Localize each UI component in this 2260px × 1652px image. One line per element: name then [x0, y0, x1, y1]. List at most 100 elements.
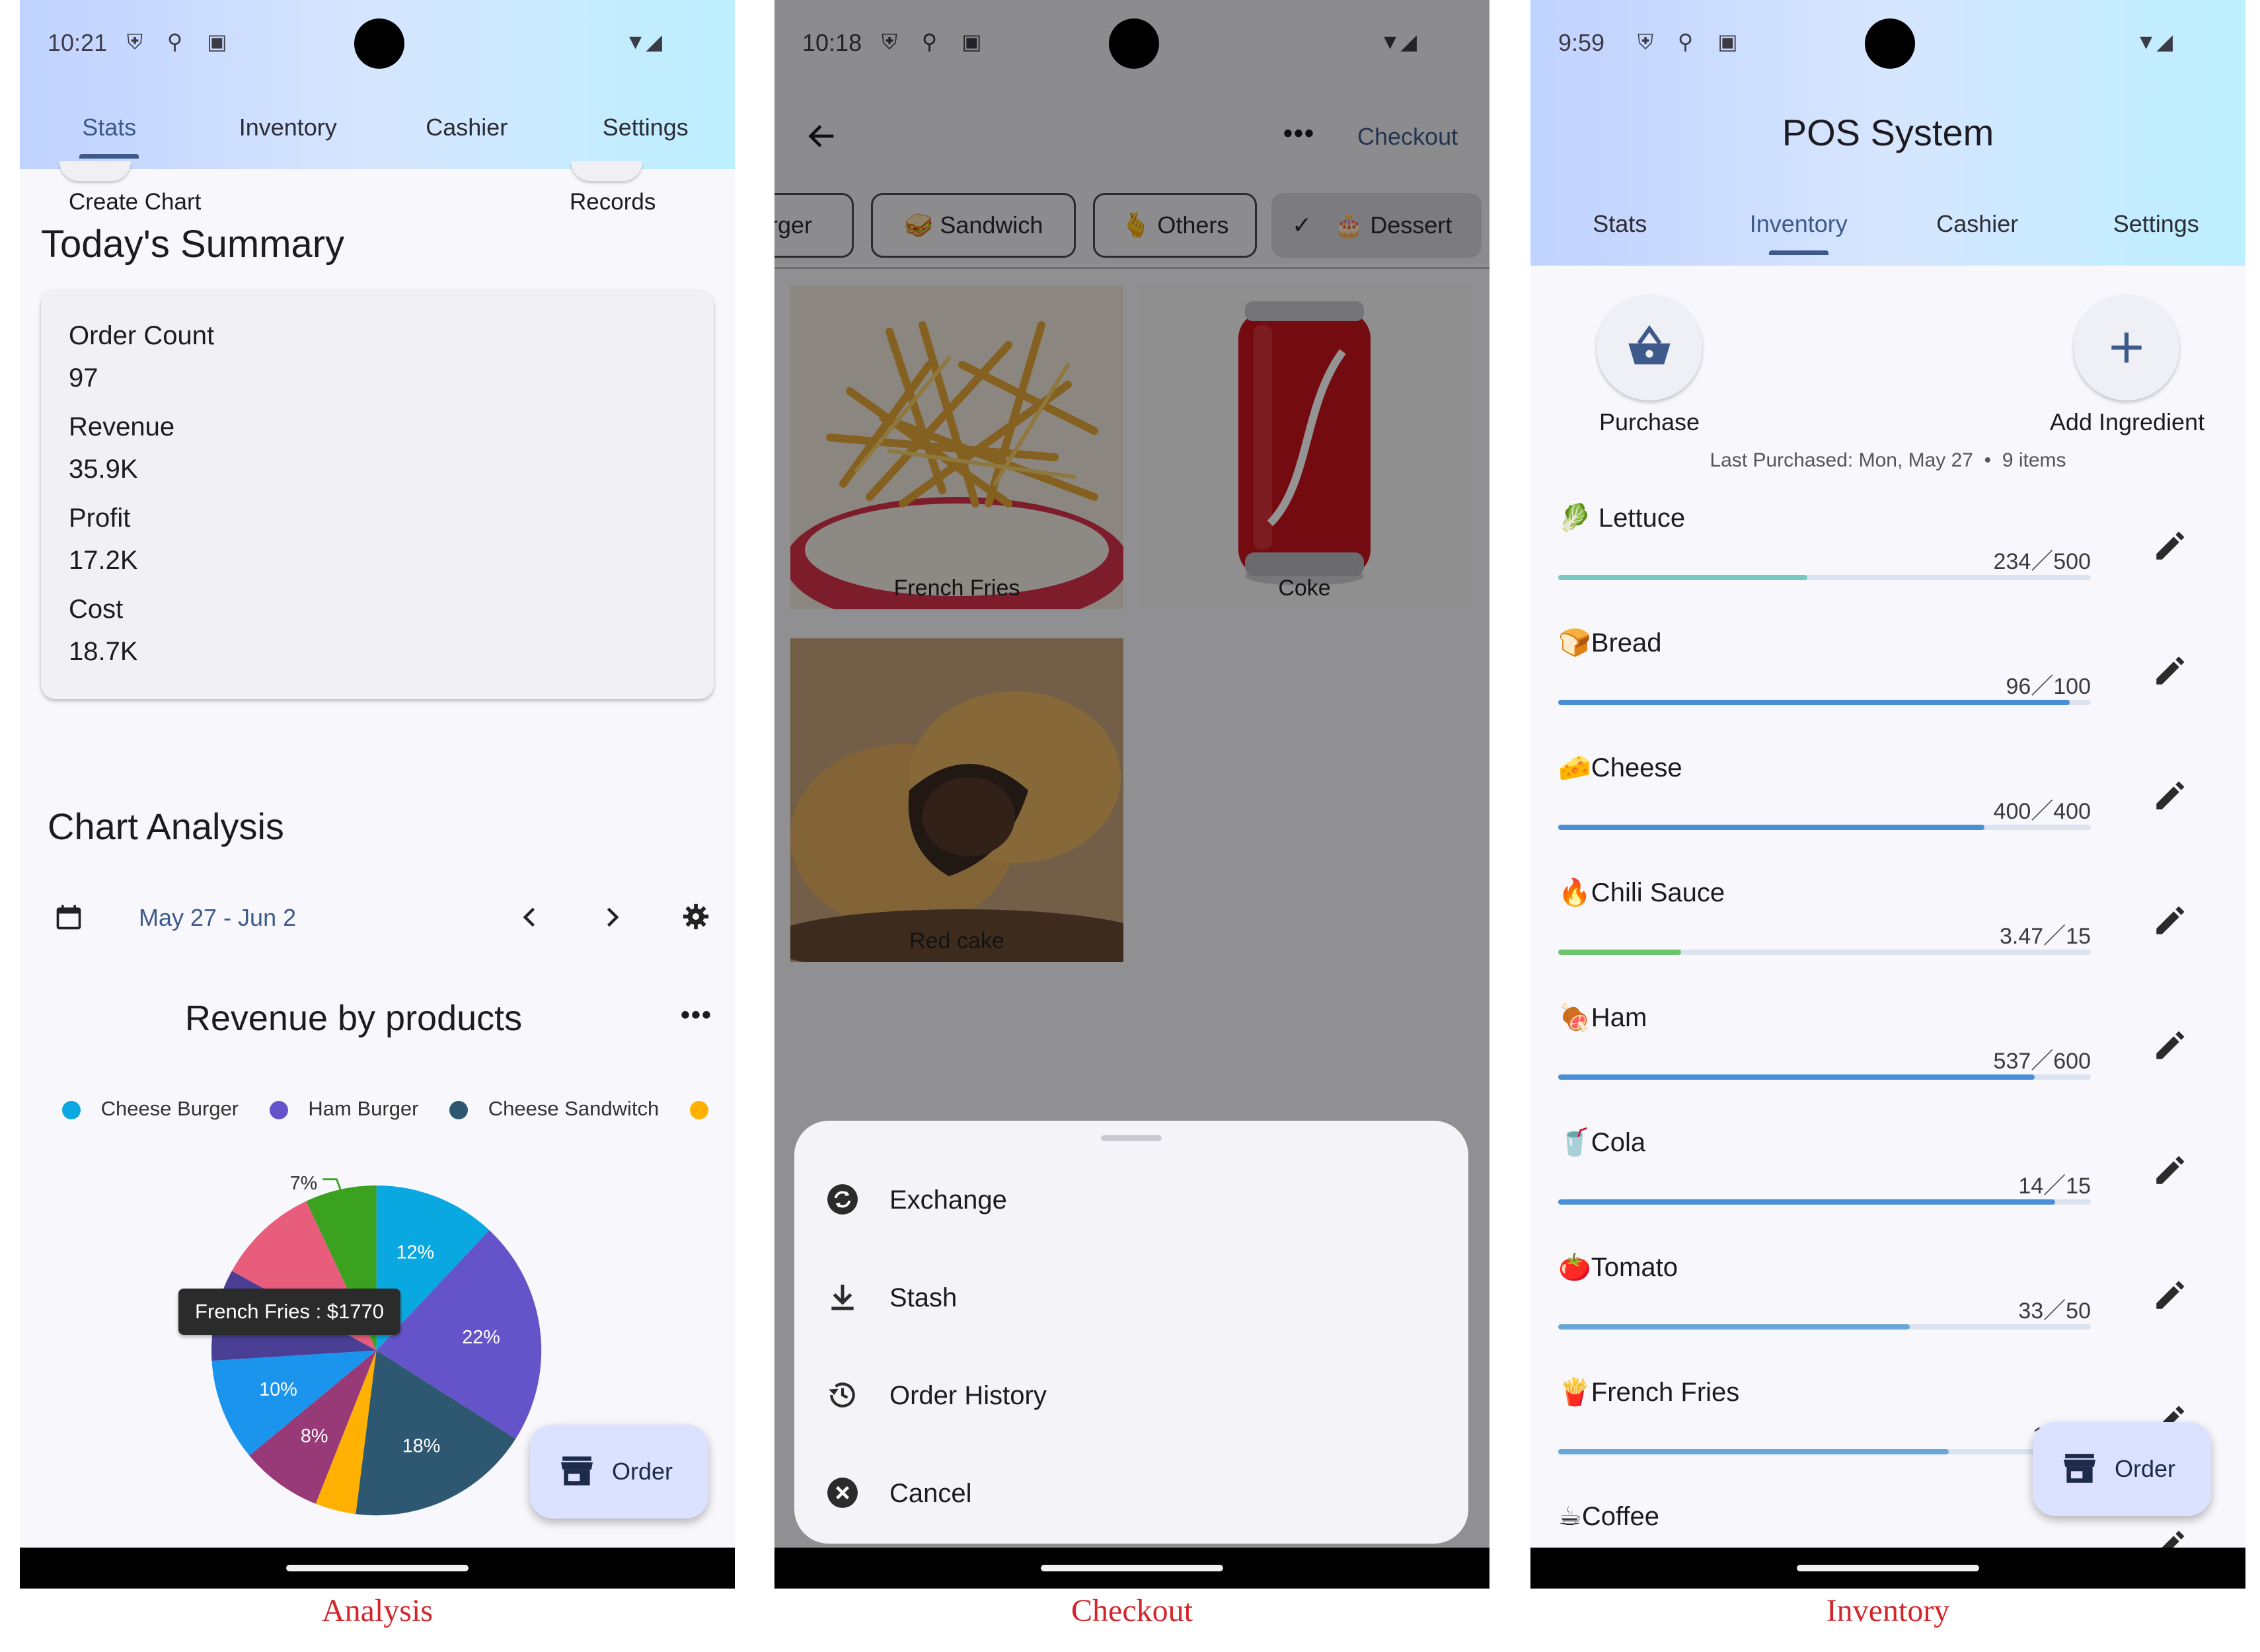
records-button[interactable]: Records	[570, 189, 656, 215]
slice-percent-label: 12%	[396, 1242, 435, 1263]
metric-label: Cost	[69, 595, 124, 624]
tab-inventory[interactable]: Inventory	[199, 114, 378, 141]
chevron-left-icon[interactable]	[515, 903, 545, 932]
stock-progress-bar	[1558, 1074, 2091, 1080]
records-icon[interactable]	[571, 161, 642, 181]
inventory-item-row[interactable]: 🍅Tomato 33／50	[1530, 1252, 2245, 1376]
camera-cutout	[354, 19, 404, 69]
exchange-icon	[827, 1184, 858, 1215]
add-ingredient-label: Add Ingredient	[2049, 408, 2205, 435]
menu-item-exchange[interactable]: Exchange	[794, 1160, 1468, 1240]
edit-pencil-icon[interactable]	[2152, 776, 2190, 814]
menu-item-label: Exchange	[889, 1185, 1007, 1215]
inventory-screen: 9:59 ⛨ ⚲ ▣ ▼◢ POS System Stats Inventory…	[1530, 0, 2245, 1589]
slice-percent-label: 10%	[259, 1379, 297, 1400]
home-indicator[interactable]	[286, 1565, 469, 1571]
metric-value: 35.9K	[69, 455, 138, 484]
purchase-button[interactable]	[1597, 295, 1702, 400]
summary-card: Order Count 97 Revenue 35.9K Profit 17.2…	[41, 289, 714, 699]
inventory-item-row[interactable]: 🥤Cola 14／15	[1530, 1127, 2245, 1252]
slice-percent-label: 8%	[301, 1425, 328, 1446]
inventory-item-row[interactable]: 🔥Chili Sauce 3.47／15	[1530, 877, 2245, 1002]
tab-settings[interactable]: Settings	[556, 114, 735, 141]
tab-bar: Stats Inventory Cashier Settings	[1530, 210, 2245, 238]
create-chart-button[interactable]: Create Chart	[69, 189, 201, 215]
tab-bar: Stats Inventory Cashier Settings	[20, 114, 735, 141]
edit-pencil-icon[interactable]	[2152, 1275, 2190, 1314]
inventory-item-row[interactable]: 🥬 Lettuce 234／500	[1530, 502, 2245, 627]
order-fab[interactable]: Order	[530, 1425, 708, 1519]
order-fab-label: Order	[2115, 1455, 2176, 1482]
more-options-icon[interactable]: •••	[681, 1000, 712, 1030]
edit-pencil-icon[interactable]	[2152, 901, 2190, 939]
drag-handle[interactable]	[1101, 1135, 1162, 1141]
ingredient-quantity: 234／500	[1993, 549, 2091, 574]
ingredient-quantity: 14／15	[2018, 1174, 2091, 1199]
inventory-item-row[interactable]: 🍖Ham 537／600	[1530, 1002, 2245, 1127]
camera-cutout	[1865, 19, 1915, 69]
ingredient-name: 🧀Cheese	[1558, 753, 1682, 782]
add-ingredient-button[interactable]	[2074, 295, 2179, 400]
status-icons: ⛨ ⚲ ▣	[1638, 30, 1747, 54]
metric-label: Order Count	[69, 321, 215, 350]
ingredient-quantity: 96／100	[2006, 674, 2091, 699]
calendar-icon[interactable]	[54, 903, 83, 932]
home-indicator[interactable]	[1041, 1565, 1223, 1571]
caption-checkout: Checkout	[1071, 1593, 1193, 1628]
tab-cashier[interactable]: Cashier	[377, 114, 556, 141]
stock-progress-bar	[1558, 1199, 2091, 1205]
edit-pencil-icon[interactable]	[2152, 1026, 2190, 1064]
chart-legend: Cheese Burger Ham Burger Cheese Sandwitc…	[62, 1097, 730, 1123]
tab-stats[interactable]: Stats	[1530, 210, 1710, 238]
legend-swatch	[449, 1100, 469, 1119]
order-fab-label: Order	[612, 1458, 673, 1485]
inventory-item-row[interactable]: 🧀Cheese 400／400	[1530, 752, 2245, 877]
cancel-icon	[827, 1478, 858, 1508]
store-icon	[561, 1456, 593, 1485]
date-range[interactable]: May 27 - Jun 2	[139, 904, 296, 932]
last-purchased-info: Last Purchased: Mon, May 27 • 9 items	[1710, 449, 2066, 471]
download-icon	[831, 1285, 854, 1310]
ingredient-name: ☕Coffee	[1558, 1502, 1659, 1531]
legend-swatch	[689, 1100, 708, 1119]
ingredient-quantity: 537／600	[1993, 1049, 2091, 1074]
chevron-right-icon[interactable]	[597, 903, 626, 932]
tab-cashier[interactable]: Cashier	[1888, 210, 2067, 238]
create-chart-icon[interactable]	[59, 161, 131, 181]
gear-icon[interactable]	[681, 901, 711, 932]
caption-analysis: Analysis	[322, 1593, 433, 1628]
stock-progress-fill	[1558, 1074, 2035, 1080]
home-indicator[interactable]	[1797, 1565, 1979, 1571]
legend-label: Ham Burger	[308, 1097, 419, 1120]
edit-pencil-icon[interactable]	[2152, 651, 2190, 689]
tab-settings[interactable]: Settings	[2067, 210, 2246, 238]
tab-inventory[interactable]: Inventory	[1710, 210, 1889, 238]
menu-item-label: Stash	[889, 1283, 958, 1312]
edit-pencil-icon[interactable]	[2152, 1150, 2190, 1189]
pie-group: 12%22%18%8%10%9%7%	[211, 1173, 542, 1516]
metric-label: Profit	[69, 504, 131, 533]
stock-progress-bar	[1558, 1449, 2091, 1454]
plus-icon	[2111, 332, 2142, 363]
stock-progress-fill	[1558, 950, 1682, 955]
tab-stats[interactable]: Stats	[20, 114, 199, 141]
stock-progress-bar	[1558, 575, 2091, 580]
history-icon	[829, 1382, 855, 1408]
stock-progress-fill	[1558, 1199, 2055, 1205]
stock-progress-fill	[1558, 1324, 1910, 1330]
ingredient-name: 🍟French Fries	[1558, 1378, 1740, 1407]
stock-progress-fill	[1558, 1449, 1949, 1454]
menu-item-cancel[interactable]: Cancel	[794, 1454, 1468, 1533]
purchase-label: Purchase	[1599, 408, 1700, 435]
legend-swatch	[269, 1100, 288, 1119]
ingredient-name: 🥤Cola	[1558, 1128, 1646, 1157]
ingredient-name: 🍖Ham	[1558, 1003, 1647, 1032]
store-icon	[2064, 1454, 2095, 1483]
menu-item-stash[interactable]: Stash	[794, 1258, 1468, 1337]
order-fab[interactable]: Order	[2033, 1422, 2211, 1516]
edit-pencil-icon[interactable]	[2152, 526, 2190, 564]
menu-item-order-history[interactable]: Order History	[794, 1356, 1468, 1435]
status-time: 9:59	[1558, 29, 1605, 56]
inventory-item-row[interactable]: 🍞Bread 96／100	[1530, 627, 2245, 752]
ingredient-quantity: 400／400	[1993, 799, 2091, 824]
